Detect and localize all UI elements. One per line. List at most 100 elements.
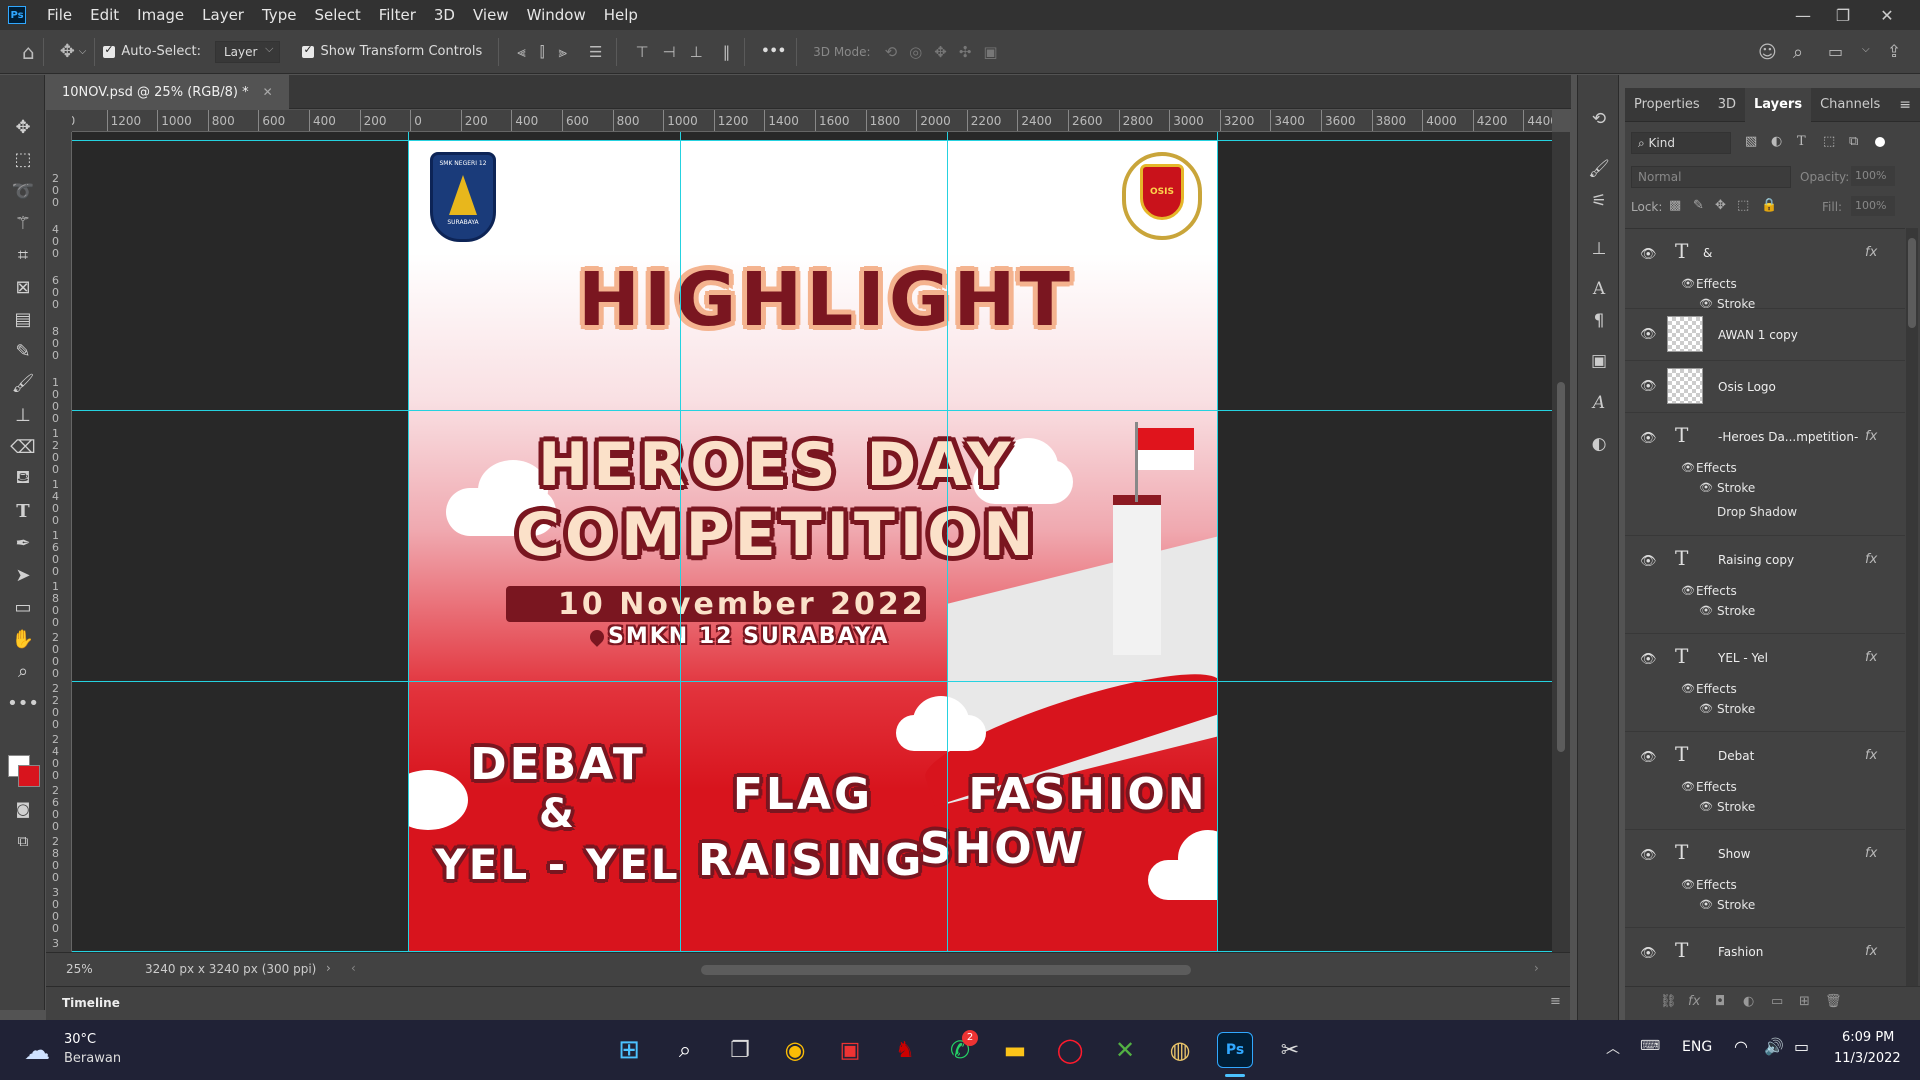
menu-select[interactable]: Select [305,0,369,30]
game-app-icon[interactable]: ♞ [887,1032,923,1068]
auto-select-checkbox[interactable] [103,43,116,58]
lock-all-icon[interactable]: 🔒 [1761,198,1777,213]
layer-fx-icon[interactable]: fx [1865,552,1877,567]
effects-label[interactable]: Effects [1696,584,1737,598]
tab-3d[interactable]: 3D [1709,88,1745,122]
menu-layer[interactable]: Layer [193,0,253,30]
effects-eye-icon[interactable]: 👁 [1681,584,1695,597]
horizontal-scrollbar-thumb[interactable] [701,965,1191,975]
effects-label[interactable]: Effects [1696,682,1737,696]
tray-chevron-icon[interactable]: ︿ [1606,1038,1620,1058]
brush-tool-icon[interactable]: 🖌 [8,369,38,397]
layer-fx-icon[interactable]: fx [1865,245,1877,260]
stroke-eye-icon[interactable]: 👁 [1699,898,1713,911]
lock-paint-icon[interactable]: ✎ [1693,198,1704,213]
patterns-icon[interactable]: ◐ [1585,430,1613,458]
layer-name[interactable]: -Heroes Da...mpetition- [1718,430,1858,444]
screen-mode-icon[interactable]: ⧉ [8,827,38,855]
transform-controls-checkbox[interactable] [302,43,315,58]
timeline-menu-icon[interactable]: ≡ [1550,994,1561,1009]
effects-label[interactable]: Effects [1696,878,1737,892]
filter-smart-icon[interactable]: ⧉ [1849,134,1858,149]
path-selection-tool-icon[interactable]: ➤ [8,561,38,589]
delete-layer-icon[interactable]: 🗑 [1825,994,1842,1009]
type-tool-icon[interactable]: T [8,497,38,525]
language-indicator[interactable]: ENG [1682,1039,1712,1055]
vertical-scrollbar[interactable] [1552,132,1570,952]
tab-layers[interactable]: Layers [1744,87,1812,122]
volume-icon[interactable]: 🔊 [1764,1037,1784,1056]
lock-artboard-icon[interactable]: ⬚ [1737,198,1749,213]
auto-select-dropdown[interactable]: Layer [215,40,281,63]
clock-date[interactable]: 11/3/2022 [1834,1051,1901,1066]
timeline-label[interactable]: Timeline [62,996,120,1010]
visibility-eye-icon[interactable]: 👁 [1640,750,1657,765]
stamp-tool-icon[interactable]: ⊥ [8,401,38,429]
more-tools-icon[interactable]: ••• [7,689,39,717]
artboard[interactable]: SMK NEGERI 12 SURABAYA OSIS HIGHLIGHT HE… [408,140,1218,952]
align-right-icon[interactable]: ⫸ [559,43,567,61]
weather-temp[interactable]: 30°C [64,1032,96,1047]
layer-fx-icon[interactable]: fx [1865,944,1877,959]
visibility-eye-icon[interactable]: 👁 [1640,848,1657,863]
menu-view[interactable]: View [464,0,518,30]
xbox-icon[interactable]: ✕ [1107,1032,1143,1068]
gradient-tool-icon[interactable]: ▤ [8,305,38,333]
layer-name[interactable]: Show [1718,847,1750,861]
adjustments-icon[interactable]: ⚟ [1585,187,1613,215]
move-tool-icon[interactable]: ✥ [60,41,75,62]
glyphs-icon[interactable]: A [1585,389,1613,417]
rectangle-tool-icon[interactable]: ▭ [8,593,38,621]
layer-row[interactable]: 👁 T & fx 👁 Effects 👁 Stroke [1625,229,1905,311]
workspace-dropdown-icon[interactable]: ⌵ [1862,44,1870,55]
move-tool-icon[interactable]: ✥ [8,113,38,141]
layer-row[interactable]: 👁 AWAN 1 copy [1625,309,1905,361]
game-launcher-icon[interactable]: ◍ [1162,1032,1198,1068]
scroll-right-icon[interactable]: › [1534,961,1539,975]
layer-row[interactable]: 👁 T -Heroes Da...mpetition- fx 👁 Effects… [1625,413,1905,536]
align-left-icon[interactable]: ⫷ [517,43,525,61]
distribute-vertical-icon[interactable]: ‖ [723,43,731,61]
background-color-swatch[interactable] [18,765,40,787]
libraries-icon[interactable]: ▣ [1585,347,1613,375]
menu-filter[interactable]: Filter [370,0,425,30]
paragraph-icon[interactable]: ¶ [1585,307,1613,335]
effect-stroke[interactable]: Stroke [1717,898,1755,912]
canvas-area[interactable]: SMK NEGERI 12 SURABAYA OSIS HIGHLIGHT HE… [72,132,1552,952]
stroke-eye-icon[interactable]: 👁 [1699,702,1713,715]
eraser-tool-icon[interactable]: ⌫ [8,433,38,461]
effect-stroke[interactable]: Stroke [1717,702,1755,716]
history-icon[interactable]: ⟲ [1585,105,1613,133]
filter-adjustment-icon[interactable]: ◐ [1771,134,1782,149]
status-arrow-icon[interactable]: › [326,961,331,975]
distribute-icon[interactable]: ☰ [589,43,602,61]
task-view-icon[interactable]: ❐ [722,1032,758,1068]
filter-pixel-icon[interactable]: ▧ [1745,134,1757,149]
layer-row[interactable]: 👁 T YEL - Yel fx 👁 Effects 👁 Stroke [1625,634,1905,732]
effects-label[interactable]: Effects [1696,461,1737,475]
photoshop-taskbar-icon[interactable]: Ps [1217,1032,1253,1068]
add-style-icon[interactable]: fx [1688,994,1700,1009]
effects-eye-icon[interactable]: 👁 [1681,878,1695,891]
snipping-tool-icon[interactable]: ✂ [1272,1032,1308,1068]
workspace-icon[interactable]: ▭ [1828,42,1843,61]
menu-type[interactable]: Type [253,0,305,30]
document-tab[interactable]: 10NOV.psd @ 25% (RGB/8) * ✕ [46,75,289,109]
clone-source-icon[interactable]: ⊥ [1585,235,1613,263]
layer-row[interactable]: 👁 T Raising copy fx 👁 Effects 👁 Stroke [1625,536,1905,634]
layer-name[interactable]: AWAN 1 copy [1718,328,1798,342]
start-button-icon[interactable]: ⊞ [611,1032,647,1068]
layer-name[interactable]: Raising copy [1718,553,1794,567]
effects-eye-icon[interactable]: 👁 [1681,780,1695,793]
lasso-tool-icon[interactable]: ➰ [8,177,38,205]
crop-tool-icon[interactable]: ⌗ [8,241,38,269]
search-people-icon[interactable]: ☺ [1758,42,1777,63]
menu-window[interactable]: Window [518,0,595,30]
scrollbar-thumb[interactable] [1557,382,1565,752]
menu-image[interactable]: Image [128,0,193,30]
filter-shape-icon[interactable]: ⬚ [1823,134,1835,149]
chrome-icon[interactable]: ◉ [777,1032,813,1068]
visibility-eye-icon[interactable]: 👁 [1640,379,1657,394]
effects-eye-icon[interactable]: 👁 [1681,277,1695,290]
filter-type-icon[interactable]: T [1797,134,1806,149]
